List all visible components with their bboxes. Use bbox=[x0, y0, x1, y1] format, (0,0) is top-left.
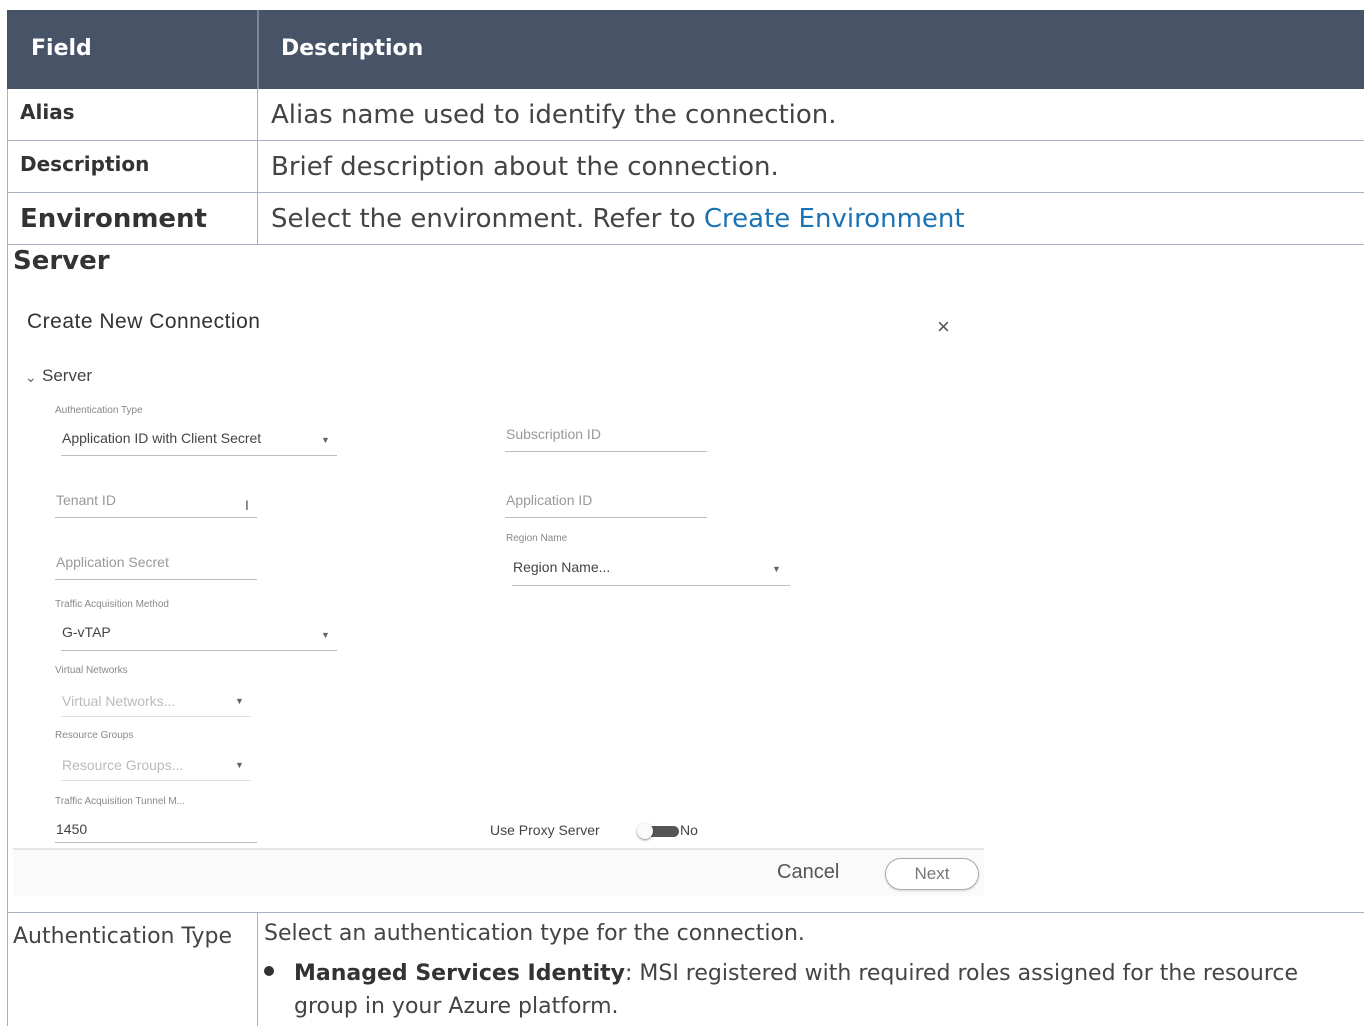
auth-type-label: Authentication Type bbox=[55, 405, 143, 416]
subscription-id-underline bbox=[505, 451, 707, 452]
application-secret-underline bbox=[55, 579, 257, 580]
row-divider bbox=[7, 192, 1364, 193]
tenant-id-underline bbox=[55, 517, 257, 518]
application-secret-placeholder: Application Secret bbox=[56, 554, 169, 570]
tunnel-mtu-label: Traffic Acquisition Tunnel M... bbox=[55, 796, 186, 807]
auth-bullet-term: Managed Services Identity bbox=[294, 961, 625, 986]
region-name-underline bbox=[512, 585, 790, 586]
header-field: Field bbox=[31, 36, 92, 61]
row-auth-type-description: Select an authentication type for the co… bbox=[264, 921, 805, 946]
application-id-placeholder: Application ID bbox=[506, 492, 593, 508]
toggle-knob bbox=[637, 823, 653, 839]
server-row-title: Server bbox=[13, 246, 110, 276]
header-divider bbox=[257, 10, 259, 89]
auth-bullet-item: Managed Services Identity: MSI registere… bbox=[294, 957, 1334, 1023]
next-button[interactable]: Next bbox=[885, 858, 979, 890]
auth-type-underline bbox=[61, 455, 337, 456]
traffic-method-label: Traffic Acquisition Method bbox=[55, 599, 169, 610]
row-divider bbox=[7, 244, 1364, 245]
region-name-value: Region Name... bbox=[513, 559, 611, 575]
use-proxy-state: No bbox=[680, 822, 698, 838]
dropdown-caret-icon: ▼ bbox=[235, 760, 244, 770]
auth-type-value: Application ID with Client Secret bbox=[62, 430, 262, 446]
traffic-method-value: G-vTAP bbox=[62, 624, 111, 640]
subscription-id-placeholder: Subscription ID bbox=[506, 426, 601, 442]
row-alias-description: Alias name used to identify the connecti… bbox=[271, 100, 837, 130]
application-id-underline bbox=[505, 517, 707, 518]
environment-description-text: Select the environment. Refer to bbox=[271, 204, 704, 234]
virtual-networks-value: Virtual Networks... bbox=[62, 693, 176, 709]
bullet-icon bbox=[264, 966, 274, 976]
tunnel-mtu-value: 1450 bbox=[56, 821, 88, 837]
row-environment-description: Select the environment. Refer to Create … bbox=[271, 204, 965, 234]
table-left-border bbox=[7, 89, 8, 1026]
column-divider bbox=[257, 912, 258, 1026]
resource-groups-label: Resource Groups bbox=[55, 730, 134, 741]
cancel-button[interactable]: Cancel bbox=[777, 861, 839, 884]
text-cursor-icon: I bbox=[245, 497, 249, 513]
dropdown-caret-icon: ▼ bbox=[772, 564, 781, 574]
row-divider bbox=[7, 140, 1364, 141]
section-server-label[interactable]: Server bbox=[42, 366, 92, 386]
use-proxy-toggle[interactable] bbox=[637, 823, 681, 839]
row-description-description: Brief description about the connection. bbox=[271, 152, 779, 182]
tunnel-mtu-underline bbox=[55, 842, 257, 843]
dropdown-caret-icon: ▼ bbox=[321, 630, 330, 640]
dropdown-caret-icon: ▼ bbox=[235, 696, 244, 706]
row-environment-field: Environment bbox=[20, 204, 207, 234]
header-description: Description bbox=[281, 36, 424, 61]
dropdown-caret-icon: ▼ bbox=[321, 435, 330, 445]
create-environment-link[interactable]: Create Environment bbox=[704, 204, 965, 234]
row-divider bbox=[7, 912, 1364, 913]
close-icon[interactable]: × bbox=[937, 314, 950, 340]
resource-groups-underline bbox=[61, 780, 251, 781]
region-name-label: Region Name bbox=[506, 533, 568, 544]
virtual-networks-underline bbox=[61, 716, 251, 717]
row-auth-type-field: Authentication Type bbox=[13, 924, 233, 949]
traffic-method-underline bbox=[61, 650, 337, 651]
use-proxy-label: Use Proxy Server bbox=[490, 822, 600, 838]
chevron-down-icon[interactable]: ⌄ bbox=[25, 369, 37, 386]
row-description-field: Description bbox=[20, 152, 150, 176]
resource-groups-value: Resource Groups... bbox=[62, 757, 184, 773]
create-connection-dialog: Create New Connection × ⌄ Server Authent… bbox=[13, 292, 984, 896]
tenant-id-placeholder: Tenant ID bbox=[56, 492, 116, 508]
virtual-networks-label: Virtual Networks bbox=[55, 665, 128, 676]
dialog-title: Create New Connection bbox=[27, 310, 261, 333]
column-divider bbox=[257, 89, 258, 244]
row-alias-field: Alias bbox=[20, 100, 75, 124]
table-header: Field Description bbox=[7, 10, 1364, 89]
